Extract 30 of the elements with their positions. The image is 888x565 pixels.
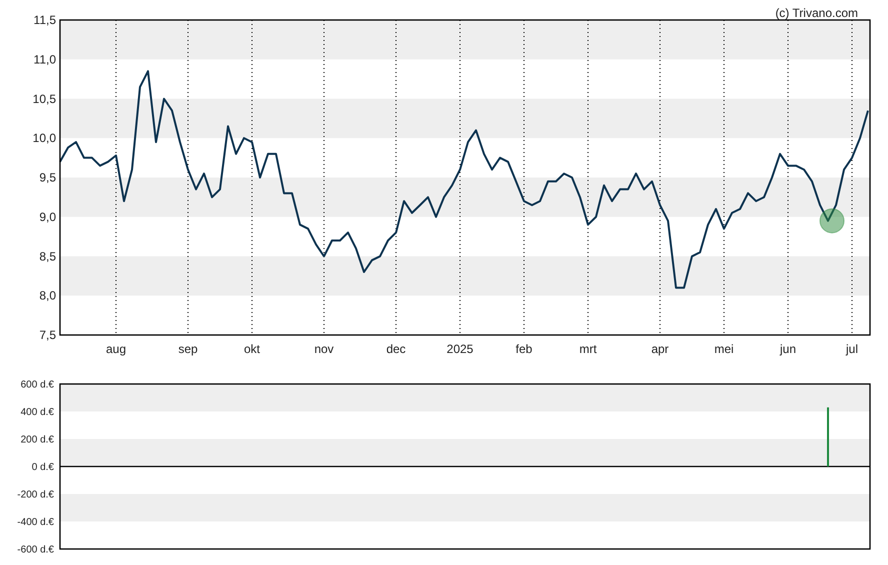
axis-label: 8,5 (39, 249, 56, 264)
axis-label: 9,5 (39, 170, 56, 184)
axis-label: jul (846, 342, 858, 356)
axis-label: 8,0 (39, 288, 56, 303)
axis-label: mei (714, 342, 734, 356)
credit-text: (c) Trivano.com (775, 6, 858, 20)
axis-label: 400 d.€ (20, 406, 54, 418)
axis-label: 11,0 (34, 52, 56, 66)
axis-label: aug (106, 342, 126, 356)
axis-label: jun (780, 342, 796, 356)
axis-label: 11,5 (34, 13, 56, 27)
axis-label: okt (244, 342, 260, 356)
axis-label: 200 d.€ (20, 434, 54, 446)
marker-circle (820, 208, 844, 234)
axis-label: 0 d.€ (32, 462, 54, 473)
axis-label: 9,0 (39, 210, 56, 224)
axis-label: 7,5 (39, 328, 56, 342)
axis-label: apr (651, 342, 669, 356)
axis-label: nov (314, 342, 334, 356)
axis-label: feb (516, 342, 532, 356)
axis-label: 10,5 (32, 92, 56, 106)
axis-label: 10,0 (32, 131, 56, 146)
axis-label: 600 d.€ (20, 379, 54, 390)
axis-label: -400 d.€ (17, 516, 54, 528)
axis-label: 2025 (446, 342, 474, 356)
axis-label: dec (386, 342, 406, 356)
axis-label: -200 d.€ (17, 489, 54, 500)
axis-label: sep (178, 342, 198, 356)
axis-label: -600 d.€ (17, 544, 54, 556)
axis-label: mrt (579, 342, 597, 356)
